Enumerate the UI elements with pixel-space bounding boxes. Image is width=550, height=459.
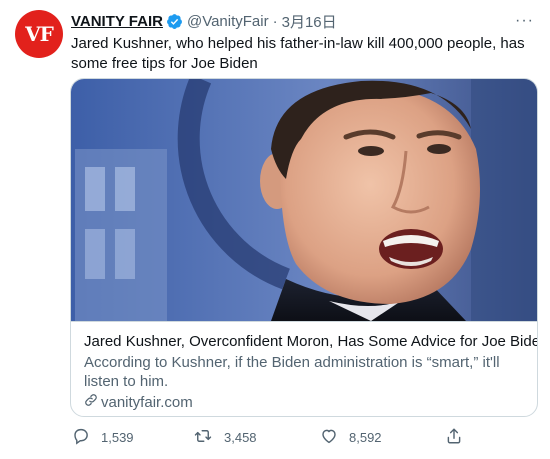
- link-card[interactable]: Jared Kushner, Overconfident Moron, Has …: [70, 78, 538, 417]
- heart-icon: [320, 427, 349, 448]
- share-button[interactable]: [445, 427, 474, 448]
- account-handle[interactable]: @VanityFair: [187, 13, 269, 30]
- header-separator: ·: [272, 12, 278, 30]
- tweet-text: Jared Kushner, who helped his father-in-…: [71, 35, 525, 72]
- like-button[interactable]: 8,592: [320, 427, 382, 448]
- avatar-logo-text: VF: [25, 22, 54, 46]
- link-icon: [84, 393, 101, 412]
- card-info[interactable]: Jared Kushner, Overconfident Moron, Has …: [71, 321, 538, 416]
- reply-button[interactable]: 1,539: [72, 427, 134, 448]
- retweet-icon: [193, 427, 224, 448]
- card-title: Jared Kushner, Overconfident Moron, Has …: [84, 333, 538, 350]
- retweet-count: 3,458: [224, 430, 257, 445]
- reply-icon: [72, 427, 101, 448]
- tweet-date[interactable]: 3月16日: [282, 11, 337, 32]
- card-domain: vanityfair.com: [101, 394, 193, 411]
- share-icon: [445, 427, 474, 448]
- card-domain-row: vanityfair.com: [84, 393, 526, 412]
- verified-badge-icon: [166, 13, 183, 30]
- reply-count: 1,539: [101, 430, 134, 445]
- card-description: According to Kushner, if the Biden admin…: [84, 354, 500, 390]
- avatar[interactable]: VF: [15, 10, 63, 58]
- tweet-actions: 1,539 3,458 8,592: [70, 427, 470, 447]
- card-image[interactable]: [71, 79, 537, 321]
- retweet-button[interactable]: 3,458: [193, 427, 257, 448]
- tweet-header: VANITY FAIR @VanityFair · 3月16日: [71, 11, 510, 31]
- like-count: 8,592: [349, 430, 382, 445]
- account-name[interactable]: VANITY FAIR: [71, 13, 163, 30]
- more-options-icon[interactable]: ···: [515, 12, 534, 30]
